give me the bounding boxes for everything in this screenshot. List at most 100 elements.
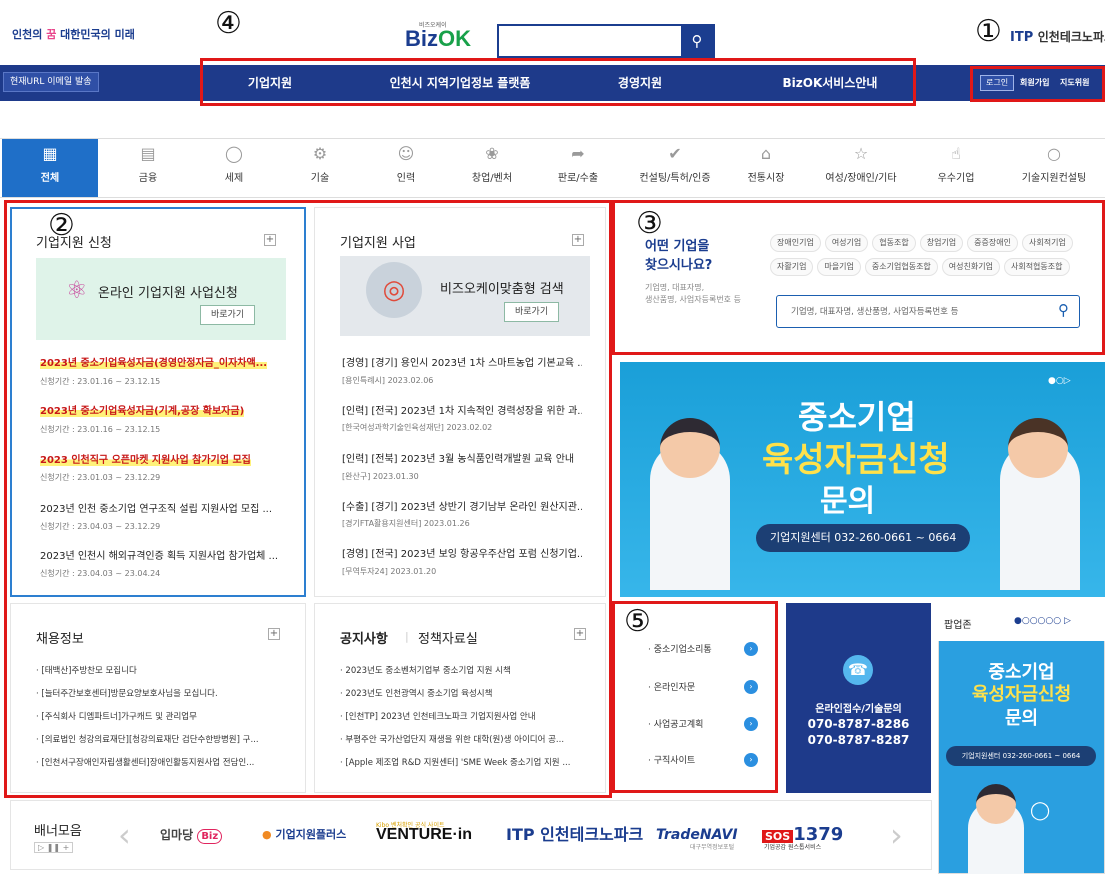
popup-title: 팝업존 [944, 620, 972, 631]
itp-logo[interactable]: ITP 인천테크노파크 [1010, 28, 1105, 45]
banner-logo-text: 입마당 [160, 828, 194, 842]
search-input[interactable]: ⚲ [497, 24, 715, 58]
tag-item[interactable]: 사회적협동조합 [1003, 258, 1070, 276]
man-head-icon [660, 418, 720, 478]
logo-text: 인천의 [12, 28, 47, 41]
tag-item[interactable]: 협동조합 [872, 234, 916, 252]
category-label: 전통시장 [747, 173, 785, 184]
contact-phone-1: 070-8787-8286 [807, 717, 910, 731]
category-startup[interactable]: ❀ 창업/벤처 [444, 139, 540, 197]
tag-item[interactable]: 여성친화기업 [941, 258, 1000, 276]
quick-link[interactable]: · 중소기업소리통 [648, 642, 712, 655]
quick-link-label: 사업공고계획 [653, 720, 704, 730]
speech-bubble-icon: ◯ [1030, 800, 1051, 821]
category-all[interactable]: ▦ 전체 [2, 139, 98, 197]
quick-link[interactable]: · 구직사이트 [648, 753, 695, 766]
prev-arrow-icon[interactable]: ‹ [118, 816, 131, 854]
popup-pager[interactable]: ●○○○○○ ▷ [1014, 616, 1071, 626]
banner-contact: 기업지원센터 032-260-0661 ~ 0664 [756, 524, 971, 552]
next-arrow-icon[interactable]: › [890, 816, 903, 854]
highlight-box-1 [970, 66, 1105, 102]
gear-icon: ⚙ [312, 144, 328, 163]
category-women[interactable]: ☆ 여성/장애인/기타 [806, 139, 916, 197]
arrow-right-icon[interactable]: › [744, 680, 758, 694]
banner-logo-ipmadang[interactable]: 입마당 Biz [160, 820, 240, 850]
category-label: 기술 [310, 173, 330, 184]
company-search-input[interactable]: 기업명, 대표자명, 생산품명, 사업자등록번호 등 ⚲ [776, 295, 1080, 328]
logo-text: 대한민국의 [56, 28, 115, 41]
search-desc-1: 기업명, 대표자명, [645, 283, 705, 292]
category-label: 판로/수출 [557, 173, 599, 184]
quick-link-label: 온라인자문 [653, 683, 696, 693]
chart-icon: ▤ [140, 144, 156, 163]
marker-4: ④ [215, 6, 242, 41]
quick-link-label: 중소기업소리통 [653, 645, 712, 655]
company-search-placeholder: 기업명, 대표자명, 생산품명, 사업자등록번호 등 [791, 307, 959, 317]
category-finance[interactable]: ▤ 금융 [100, 139, 196, 197]
bizok-biz: Biz [405, 26, 438, 51]
woman-head-icon [1008, 418, 1068, 478]
search-desc-2: 생산품명, 사업자등록번호 등 [645, 295, 741, 304]
category-label: 세제 [224, 173, 244, 184]
category-tax[interactable]: ◯ 세제 [186, 139, 282, 197]
tag-item[interactable]: 중증장애인 [967, 234, 1018, 252]
search-icon[interactable]: ⚲ [1058, 301, 1069, 319]
category-label: 우수기업 [937, 173, 975, 184]
highlight-box-4 [200, 58, 916, 106]
chat-icon: ○ [1047, 144, 1061, 163]
incheon-logo[interactable]: 인천의 꿈 대한민국의 미래 [12, 26, 135, 42]
quick-link[interactable]: · 온라인자문 [648, 680, 695, 693]
popup-contact: 기업지원센터 032-260-0661 ~ 0664 [946, 746, 1096, 766]
itp-name: 인천테크노파크 [1037, 30, 1105, 44]
banner-pager[interactable]: ●○▷ [1048, 376, 1071, 386]
banner-line-2: 육성자금신청 [762, 440, 950, 480]
arrow-right-icon[interactable]: › [744, 717, 758, 731]
contact-box [786, 603, 931, 793]
contact-title: 온라인접수/기술문의 [815, 704, 902, 715]
popup-line-3: 문의 [1004, 708, 1039, 729]
banner-logo-tradenavi-sub: 대구무역정보포털 [690, 844, 735, 851]
category-label: 여성/장애인/기타 [825, 173, 897, 184]
banner-logo-itp[interactable]: ITP 인천테크노파크 [506, 820, 646, 850]
category-consulting[interactable]: ✔ 컨설팅/특허/인증 [620, 139, 730, 197]
market-icon: ⌂ [760, 144, 772, 163]
search-title-2: 찾으시나요? [645, 258, 713, 273]
tag-item[interactable]: 중소기업협동조합 [864, 258, 938, 276]
tag-item[interactable]: 장애인기업 [770, 234, 821, 252]
banner-logo-text: 기업지원플러스 [275, 828, 347, 841]
tag-item[interactable]: 창업기업 [919, 234, 964, 252]
highlight-box-2 [4, 200, 612, 798]
category-tech[interactable]: ⚙ 기술 [272, 139, 368, 197]
banner-controls[interactable]: ▷ ❚❚ + [34, 842, 74, 853]
itp-mark: ITP [1010, 30, 1034, 45]
category-market[interactable]: ⌂ 전통시장 [718, 139, 814, 197]
arrow-right-icon[interactable]: › [744, 642, 758, 656]
quick-link[interactable]: · 사업공고계획 [648, 717, 703, 730]
tag-item[interactable]: 자활기업 [770, 258, 814, 276]
category-tech-consulting[interactable]: ○ 기술지원컨설팅 [1004, 139, 1104, 197]
category-export[interactable]: ➦ 판로/수출 [530, 139, 626, 197]
marker-1: ① [975, 14, 1002, 49]
category-label: 전체 [40, 173, 60, 184]
category-hr[interactable]: ☺ 인력 [358, 139, 454, 197]
arrow-right-icon[interactable]: › [744, 753, 758, 767]
tag-item[interactable]: 마을기업 [817, 258, 861, 276]
banner-logo-text: TradeNAVI [656, 827, 738, 843]
banner-logo-plus[interactable]: ● 기업지원플러스 [262, 820, 372, 850]
search-icon[interactable]: ⚲ [681, 26, 713, 56]
sprout-icon: ❀ [485, 144, 499, 163]
arrow-icon: ➦ [571, 144, 585, 163]
bizok-logo[interactable]: 비즈오케이 BizOK [405, 20, 485, 51]
thumb-icon: ☝ [951, 144, 961, 163]
popup-line-2: 육성자금신청 [971, 684, 1072, 705]
phone-icon: ☎ [843, 655, 873, 685]
category-excellent[interactable]: ☝ 우수기업 [908, 139, 1004, 197]
tag-item[interactable]: 여성기업 [824, 234, 869, 252]
tag-item[interactable]: 사회적기업 [1021, 234, 1073, 252]
quick-link-label: 구직사이트 [653, 756, 696, 766]
coin-icon: ◯ [225, 144, 243, 163]
company-type-tags: 장애인기업 여성기업 협동조합 창업기업 중증장애인 사회적기업 자활기업 마을… [770, 234, 1095, 276]
category-label: 금융 [138, 173, 158, 184]
banner-logo-1379-sub: 기업공감 원스톱서비스 [764, 844, 822, 851]
url-email-button[interactable]: 현재URL 이메일 발송 [3, 72, 99, 92]
